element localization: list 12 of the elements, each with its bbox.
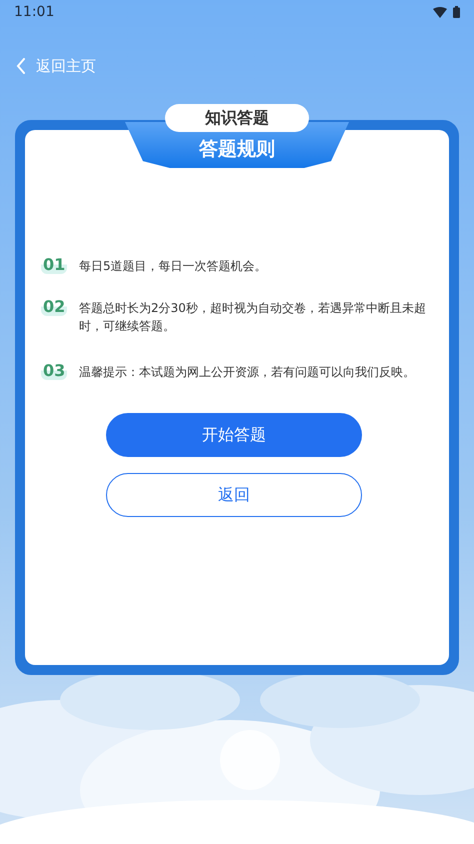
start-button[interactable]: 开始答题 xyxy=(106,413,362,457)
rule-text: 温馨提示：本试题为网上公开资源，若有问题可以向我们反映。 xyxy=(79,364,415,381)
chevron-left-icon xyxy=(16,58,26,74)
rule-text: 答题总时长为2分30秒，超时视为自动交卷，若遇异常中断且未超时，可继续答题。 xyxy=(79,300,427,335)
battery-icon xyxy=(453,6,460,18)
status-time: 11:01 xyxy=(14,4,54,20)
rule-number: 01 xyxy=(41,255,67,274)
rule-number: 03 xyxy=(41,361,67,380)
rule-text: 每日5道题目，每日一次答题机会。 xyxy=(79,258,267,275)
rule-number: 02 xyxy=(41,297,67,316)
back-button[interactable]: 返回 xyxy=(106,473,362,517)
wifi-icon xyxy=(433,6,447,18)
